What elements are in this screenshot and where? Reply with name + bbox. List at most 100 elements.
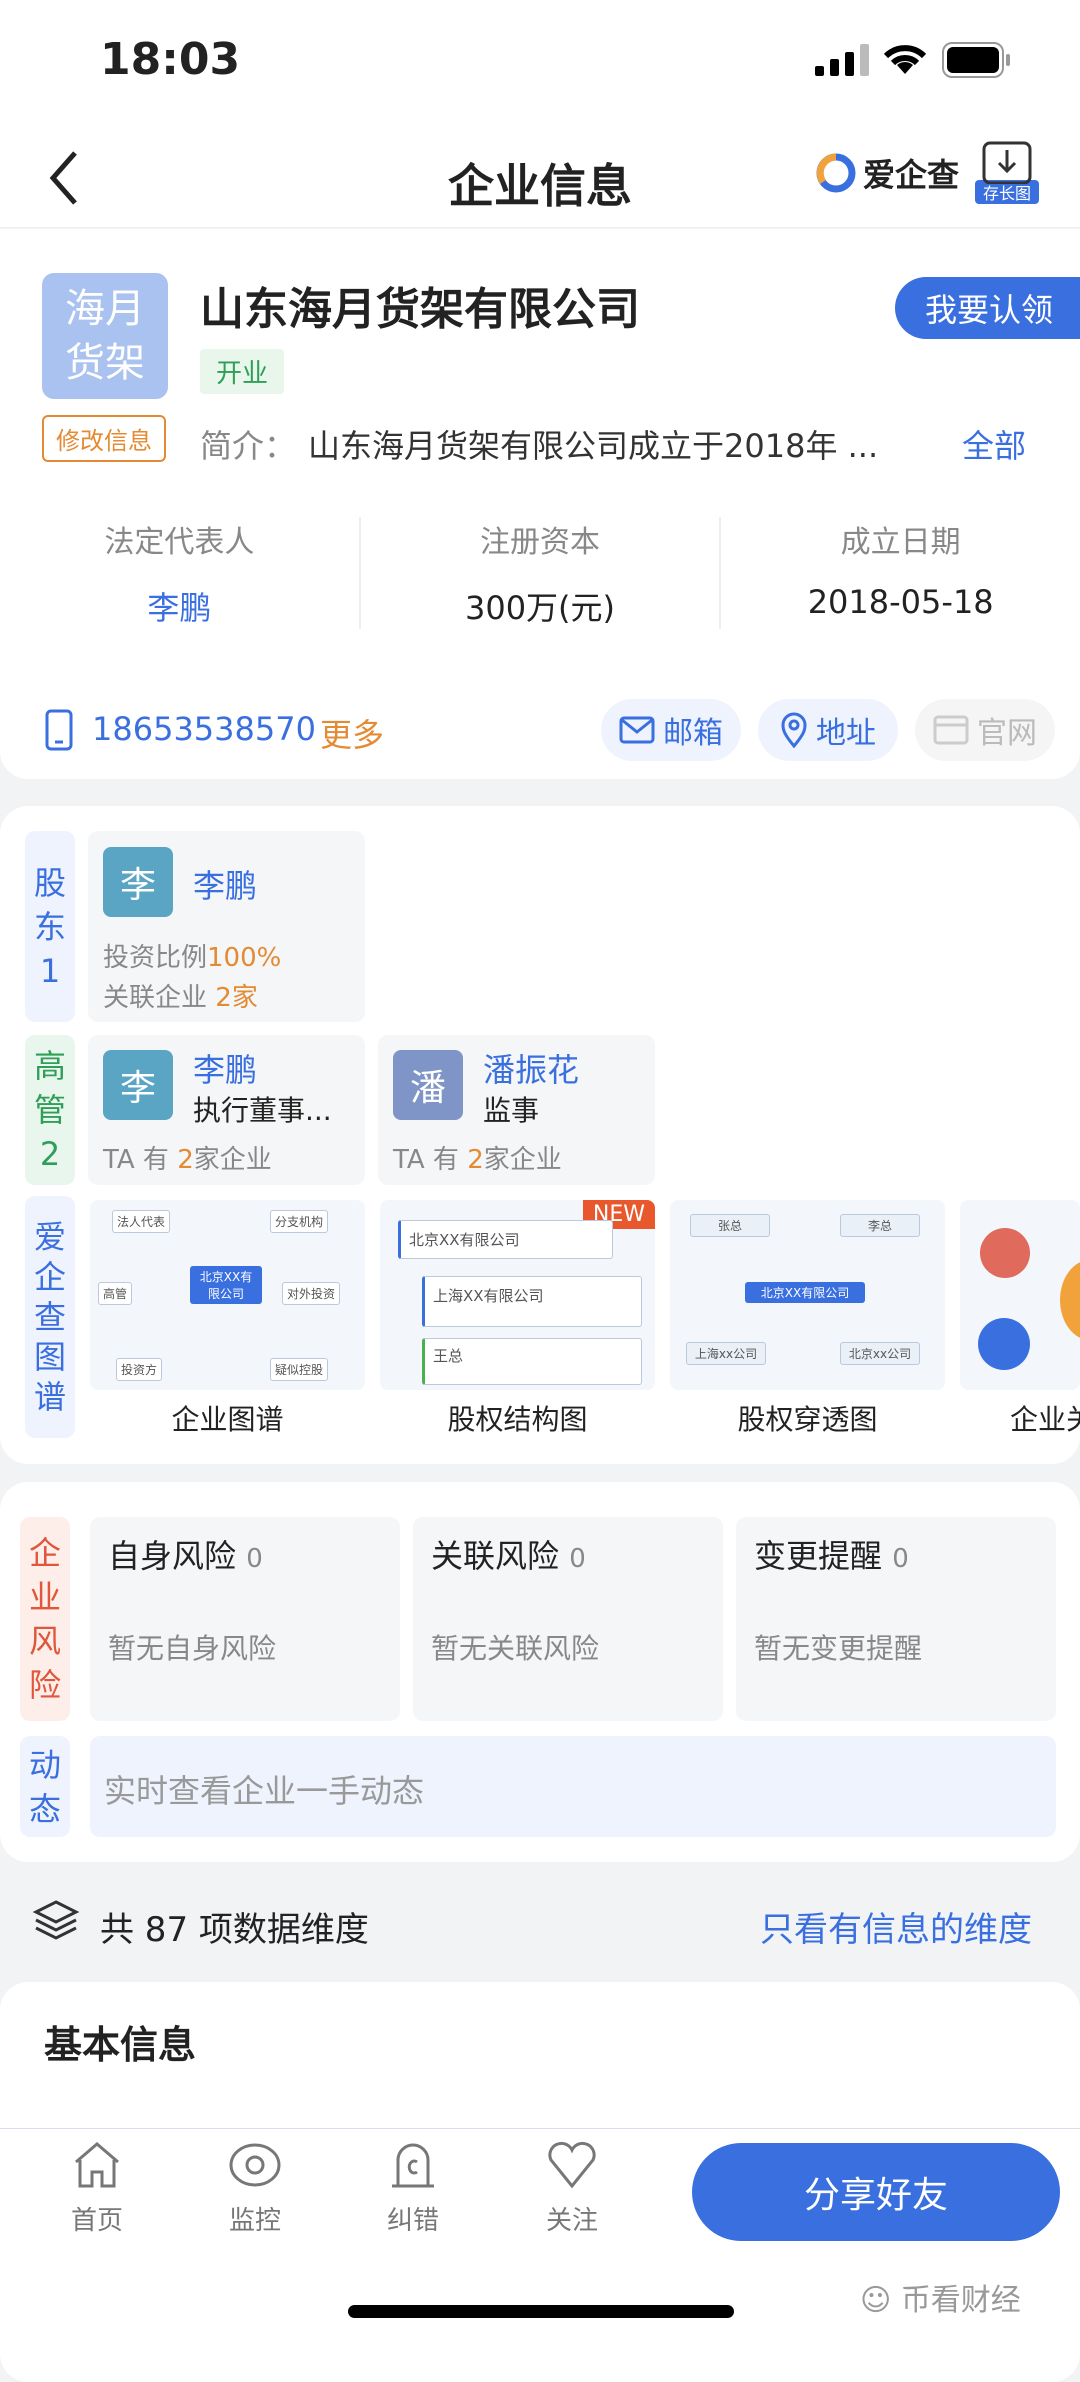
watermark: ☺ 币看财经 [860,2275,1021,2319]
stat-legal-rep: 法定代表人 李鹏 [0,517,361,629]
stat-value: 2018-05-18 [807,583,994,621]
intro-label: 简介： [200,427,297,465]
label-char: 险 [28,1666,61,1704]
node: 对外投资 [282,1282,341,1305]
node-circle [980,1228,1030,1278]
executive-card[interactable]: 李 李鹏 执行董事... TA 有 2家企业 [88,1035,365,1185]
nav-follow[interactable]: 关注 [522,2140,622,2237]
filter-dimensions-link[interactable]: 只看有信息的维度 [760,1902,1032,1951]
phone-number[interactable]: 18653538570 [92,710,316,748]
node-circle [978,1318,1030,1370]
status-bar: 18:03 [0,0,1080,130]
risk-count: 0 [892,1544,909,1574]
phone-more-link[interactable]: 更多 [320,710,384,756]
brand-logo: 爱企查 [815,150,959,196]
equity-structure-thumb[interactable]: NEW 北京XX有限公司 上海XX有限公司 王总 [380,1200,655,1390]
email-label: 邮箱 [663,716,723,751]
watermark-text: 币看财经 [900,2283,1021,2318]
node-circle [1060,1260,1080,1340]
home-indicator [348,2305,734,2318]
ta-label: TA 有 [393,1145,459,1175]
edit-info-button[interactable]: 修改信息 [42,415,166,462]
stat-value[interactable]: 李鹏 [0,583,359,629]
eye-icon [229,2143,281,2187]
label-char: 管 [33,1091,66,1129]
node: 王总 [422,1338,642,1385]
company-count: 2 [467,1145,484,1175]
risk-self[interactable]: 自身风险 0 暂无自身风险 [90,1517,400,1721]
node: 上海xx公司 [686,1342,766,1365]
risk-desc: 暂无自身风险 [108,1632,277,1665]
label-char: 业 [28,1578,61,1616]
claim-button[interactable]: 我要认领 [895,277,1080,339]
ratio-label: 投资比例 [103,943,208,973]
location-icon [781,712,807,748]
company-name: 山东海月货架有限公司 [200,284,640,335]
download-icon [982,141,1032,185]
label-char: 谱 [33,1378,66,1416]
executives-label: 高管 2 [25,1035,75,1185]
stat-founded: 成立日期 2018-05-18 [721,517,1080,629]
save-long-image-button[interactable]: 存长图 [975,140,1039,204]
share-button[interactable]: 分享好友 [692,2143,1060,2241]
wechat-icon: ☺ [860,2283,901,2318]
label-char: 企 [28,1534,61,1572]
stats-row: 法定代表人 李鹏 注册资本 300万(元) 成立日期 2018-05-18 [0,517,1080,629]
brand-icon [816,153,856,193]
label-char: 查 [33,1298,66,1336]
executive-name[interactable]: 李鹏 [193,1045,257,1091]
enterprise-relation-thumb[interactable] [960,1200,1080,1390]
stat-value: 300万(元) [464,589,616,627]
nav-monitor[interactable]: 监控 [205,2140,305,2237]
graph-label[interactable]: 股权穿透图 [670,1398,945,1438]
label-char: 股 [33,863,66,902]
graph-label[interactable]: 股权结构图 [380,1398,655,1438]
avatar: 潘 [393,1050,463,1120]
node: 高管 [98,1282,133,1305]
ratio-value: 100% [207,943,282,973]
dynamics-text: 实时查看企业一手动态 [104,1772,425,1810]
node: 法人代表 [112,1210,171,1233]
center-node: 北京XX有限公司 [190,1266,262,1304]
graph-label[interactable]: 企业关 [1010,1398,1080,1438]
node: 疑似控股 [270,1358,329,1381]
logo-line: 货架 [65,340,145,386]
avatar: 李 [103,1050,173,1120]
wifi-icon [883,45,927,74]
shareholder-card[interactable]: 李 李鹏 投资比例100% 关联企业 2家 [88,831,365,1022]
dynamics-banner[interactable]: 实时查看企业一手动态 [90,1736,1056,1837]
stat-label: 成立日期 [840,525,961,560]
intro-all-link[interactable]: 全部 [962,421,1026,467]
nav-correction[interactable]: 纠错 [363,2140,463,2237]
shareholder-name[interactable]: 李鹏 [193,861,257,907]
address-button[interactable]: 地址 [758,699,898,761]
company-logo: 海月 货架 [42,273,168,399]
executive-role: 执行董事... [193,1094,332,1127]
risk-title: 关联风险 [431,1537,560,1575]
nav-home[interactable]: 首页 [47,2140,147,2237]
website-button[interactable]: 官网 [915,699,1055,761]
risk-change[interactable]: 变更提醒 0 暂无变更提醒 [736,1517,1056,1721]
risk-related[interactable]: 关联风险 0 暂无关联风险 [413,1517,723,1721]
node: 上海XX有限公司 [422,1276,642,1327]
node: 北京xx公司 [840,1342,920,1365]
count-suffix: 家企业 [193,1145,272,1175]
enterprise-graph-thumb[interactable]: 法人代表 分支机构 高管 对外投资 投资方 疑似控股 北京XX有限公司 [90,1200,365,1390]
node: 李总 [840,1214,920,1237]
shareholders-label: 股东 1 [25,831,75,1022]
phone-icon [45,709,73,751]
address-label: 地址 [816,716,876,751]
label-char: 2 [39,1135,61,1173]
executive-name[interactable]: 潘振花 [483,1045,579,1091]
graph-label[interactable]: 企业图谱 [90,1398,365,1438]
related-value: 2家 [215,983,258,1013]
company-card: 海月 货架 山东海月货架有限公司 开业 我要认领 修改信息 简介： 山东海月货架有… [0,229,1080,779]
executive-card[interactable]: 潘 潘振花 监事 TA 有 2家企业 [378,1035,655,1185]
label-char: 东 [33,907,66,946]
equity-penetration-thumb[interactable]: 张总 李总 北京XX有限公司 上海xx公司 北京xx公司 [670,1200,945,1390]
risk-count: 0 [246,1544,263,1574]
website-label: 官网 [977,716,1037,751]
email-button[interactable]: 邮箱 [601,699,741,761]
nav-label: 关注 [545,2206,598,2236]
company-count: 2 [177,1145,194,1175]
